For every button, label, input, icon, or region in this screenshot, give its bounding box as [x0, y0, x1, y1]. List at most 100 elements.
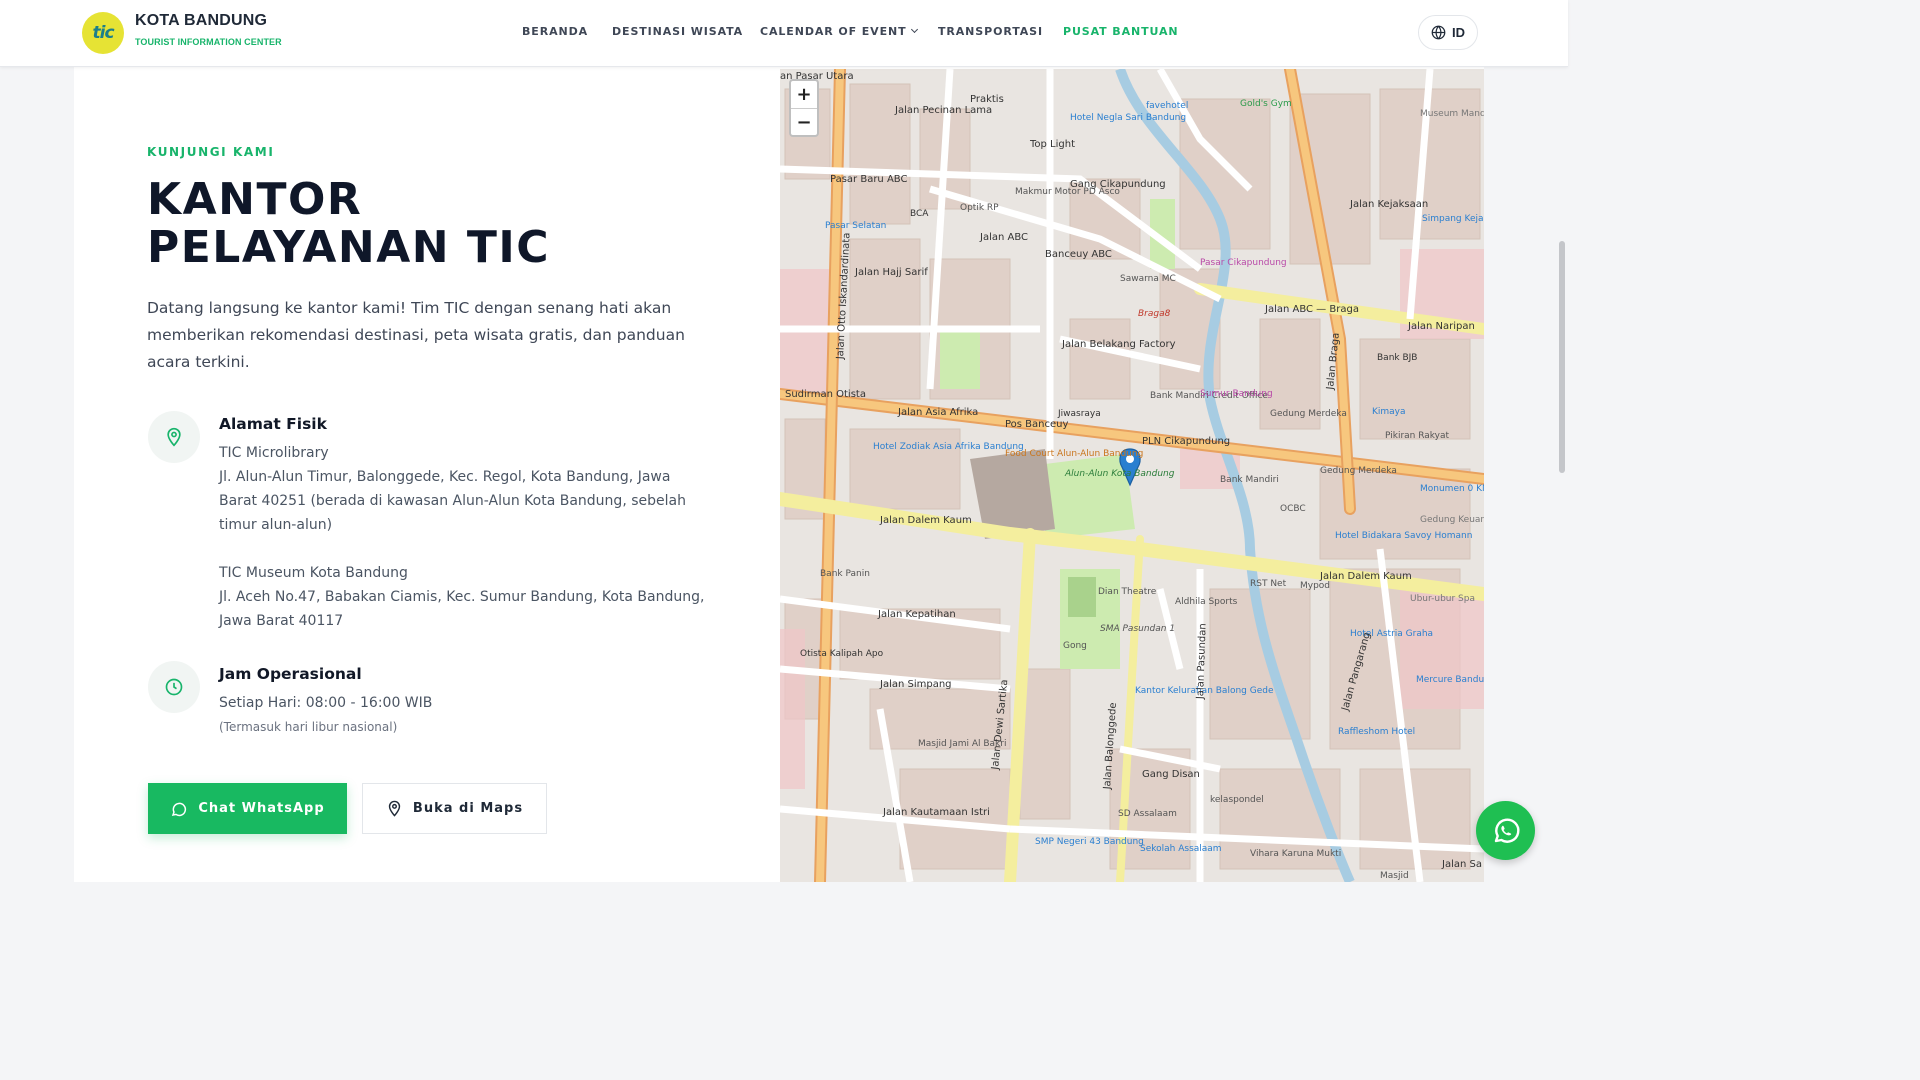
address-location-1-name: TIC Microlibrary: [219, 445, 329, 461]
nav-beranda[interactable]: BERANDA: [522, 25, 588, 38]
page-scrollbar[interactable]: [1559, 241, 1565, 473]
map-label: Jalan Kautamaan Istri: [883, 807, 990, 818]
page-title: KANTOR PELAYANAN TIC: [147, 176, 707, 272]
hours-note: (Termasuk hari libur nasional): [219, 720, 398, 734]
map-label: Jalan Pecinan Lama: [895, 105, 993, 116]
map-label: Kimaya: [1372, 407, 1406, 417]
office-map[interactable]: an Pasar Utara Jalan Pecinan Lama Prakti…: [780, 69, 1484, 882]
title-line-1: KANTOR: [147, 174, 363, 225]
map-label: kelaspondel: [1210, 795, 1264, 805]
floating-whatsapp-button[interactable]: [1476, 801, 1535, 860]
map-label: Gedung Merdeka: [1270, 409, 1347, 419]
chat-whatsapp-button[interactable]: Chat WhatsApp: [148, 783, 347, 834]
map-label: Optik RP: [960, 203, 999, 213]
map-label: Sawarna MC: [1120, 274, 1176, 284]
zoom-out-button[interactable]: −: [791, 108, 817, 135]
map-label: Jalan Kejaksaan: [1350, 199, 1429, 210]
map-label: Pos Banceuy: [1005, 419, 1069, 430]
map-label: Pasar Selatan: [825, 221, 887, 231]
map-label: Sekolah Assalaam: [1140, 844, 1222, 854]
globe-icon: [1431, 25, 1446, 40]
map-label: OCBC: [1280, 504, 1306, 514]
brand-title[interactable]: KOTA BANDUNG: [135, 12, 267, 30]
language-code: ID: [1452, 25, 1465, 40]
map-label: Top Light: [1030, 139, 1076, 150]
map-label: Jalan Dalem Kaum: [1320, 571, 1412, 582]
zoom-in-button[interactable]: +: [791, 81, 817, 108]
map-label: Banceuy ABC: [1045, 249, 1112, 260]
brand-subtitle: TOURIST INFORMATION CENTER: [135, 37, 282, 47]
nav-pusat-bantuan[interactable]: PUSAT BANTUAN: [1063, 25, 1179, 38]
map-label: Gang Disan: [1142, 769, 1200, 780]
hours-title: Jam Operasional: [219, 665, 362, 683]
map-label: Jalan Simpang: [880, 679, 952, 690]
site-header: tic KOTA BANDUNG TOURIST INFORMATION CEN…: [0, 0, 1568, 67]
map-label: Pasar Baru ABC: [830, 174, 908, 185]
map-label: Jalan Hajj Sarif: [855, 267, 928, 278]
map-label: Hotel Negla Sari Bandung: [1070, 113, 1187, 123]
nav-transportasi[interactable]: TRANSPORTASI: [938, 25, 1043, 38]
title-line-2: PELAYANAN TIC: [147, 222, 551, 273]
location-pin-icon: [148, 411, 200, 463]
whatsapp-icon: [1494, 817, 1519, 843]
map-label: Mypod: [1300, 581, 1331, 591]
map-label: Hotel Bidakara Savoy Homann: [1335, 531, 1473, 541]
open-maps-button[interactable]: Buka di Maps: [362, 783, 547, 834]
map-label: Gedung Merdeka: [1320, 466, 1397, 476]
map-label: Otista Kalipah Apo: [800, 649, 884, 659]
map-label: BCA: [910, 209, 929, 219]
map-label: Museum Mandala Wangsit Siliwangi: [1420, 109, 1484, 119]
map-label: Dian Theatre: [1098, 587, 1157, 597]
language-switch[interactable]: ID: [1418, 15, 1478, 50]
map-label: Hotel Zodiak Asia Afrika Bandung: [873, 442, 1024, 452]
map-label: SD Assalaam: [1118, 809, 1177, 819]
open-maps-label: Buka di Maps: [412, 801, 524, 816]
map-label: Jalan Asia Afrika: [898, 407, 979, 418]
map-label: favehotel: [1146, 101, 1189, 111]
map-label: Masjid: [1380, 871, 1409, 881]
map-label: Jalan Naripan: [1408, 321, 1475, 332]
map-label: Monumen 0 KM Kota Bandung: [1420, 484, 1484, 494]
map-label: Aldhila Sports: [1175, 597, 1238, 607]
map-label: Bank Mandiri: [1220, 475, 1279, 485]
map-label: Jalan ABC: [980, 232, 1029, 243]
address-location-2-name: TIC Museum Kota Bandung: [219, 565, 408, 581]
map-label: Gedung Keuangan Negara Bandung: [1420, 515, 1484, 525]
tic-logo[interactable]: tic: [82, 12, 124, 54]
map-label: Gong: [1063, 641, 1087, 651]
chat-whatsapp-label: Chat WhatsApp: [198, 801, 325, 816]
map-label: Sudirman Otista: [785, 389, 866, 400]
map-label: Jalan ABC — Braga: [1265, 304, 1359, 315]
nav-calendar-of-event[interactable]: CALENDAR OF EVENT: [760, 25, 918, 38]
map-label: Simpang Kejaksaan Markoni: [1422, 214, 1484, 224]
map-zoom-control: + −: [789, 79, 819, 137]
map-label: Bank BJB: [1377, 353, 1418, 363]
map-label: Jalan Belakang Factory: [1062, 339, 1176, 350]
clock-icon: [148, 661, 200, 713]
hours-value: Setiap Hari: 08:00 - 16:00 WIB: [219, 695, 433, 711]
nav-calendar-label: CALENDAR OF EVENT: [760, 25, 907, 38]
map-label: SMP Negeri 43 Bandung: [1035, 837, 1144, 847]
map-label: Makmur Motor PD Asco: [1015, 187, 1120, 197]
map-label: SMA Pasundan 1: [1100, 624, 1176, 634]
map-label: RST Net: [1250, 579, 1287, 589]
section-eyebrow: KUNJUNGI KAMI: [147, 145, 275, 159]
map-label: Jalan Dalem Kaum: [880, 515, 972, 526]
map-label: Braga8: [1138, 309, 1171, 319]
intro-text: Datang langsung ke kantor kami! Tim TIC …: [147, 299, 685, 371]
map-label: Praktis: [970, 94, 1004, 105]
map-label: Pasar Cikapundung: [1200, 258, 1287, 268]
chevron-down-icon: [910, 25, 918, 34]
address-location-2-detail: Jl. Aceh No.47, Babakan Ciamis, Kec. Sum…: [219, 589, 705, 629]
map-label: Bank Panin: [820, 569, 870, 579]
address-location-1-detail: Jl. Alun-Alun Timur, Balonggede, Kec. Re…: [219, 469, 686, 533]
map-label: Alun-Alun Kota Bandung: [1065, 469, 1175, 479]
map-label: Sumur Bandung: [1200, 389, 1273, 399]
nav-destinasi-wisata[interactable]: DESTINASI WISATA: [612, 25, 743, 38]
logo-text: tic: [92, 23, 114, 43]
map-label: Vihara Karuna Mukti: [1250, 849, 1342, 859]
map-label: Jiwasraya: [1058, 409, 1101, 419]
address-title: Alamat Fisik: [219, 415, 327, 433]
map-label: PLN Cikapundung: [1142, 436, 1231, 447]
chat-bubble-icon: [172, 802, 187, 816]
